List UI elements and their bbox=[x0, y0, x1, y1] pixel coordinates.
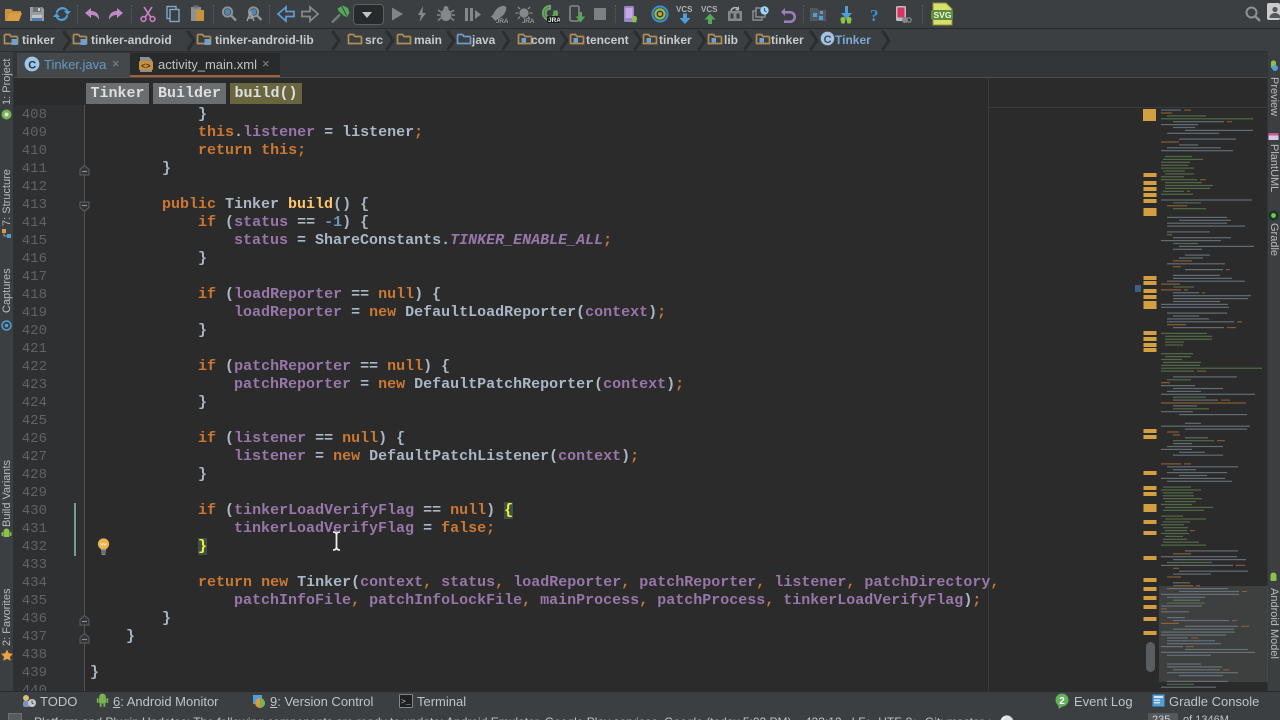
svg-text:>_: >_ bbox=[401, 698, 411, 707]
svg-text:2: 2 bbox=[1059, 696, 1065, 707]
